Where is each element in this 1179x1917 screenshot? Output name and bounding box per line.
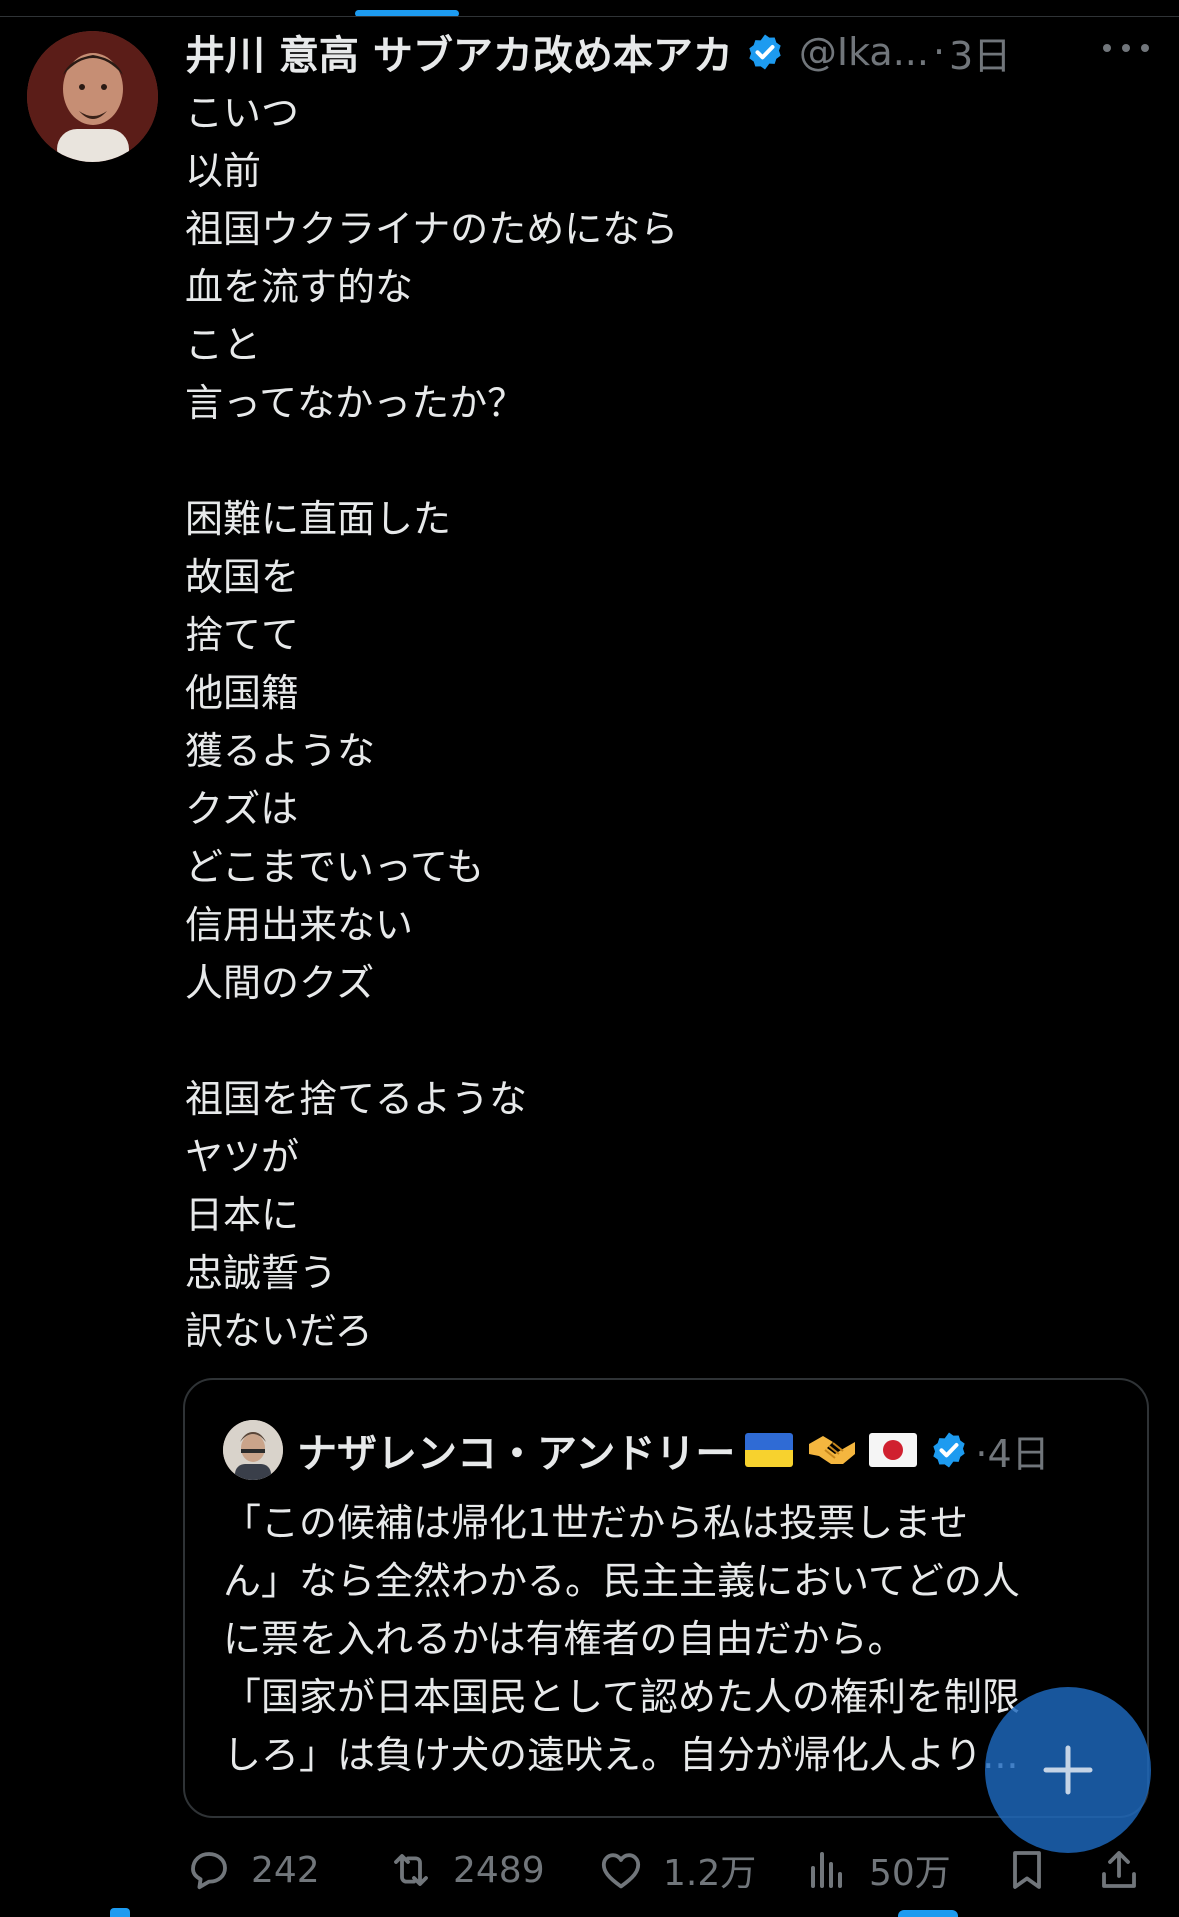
post-text-line: どこまでいっても [185, 845, 485, 889]
bottom-nav-hint [110, 1908, 130, 1917]
views-button[interactable]: 50万 [803, 1840, 951, 1900]
ukraine-flag-icon [745, 1433, 794, 1467]
post-text-line: 捨てて [185, 613, 300, 657]
quoted-post-body: 「この候補は帰化1世だから私は投票しません」なら全然わかる。民主主義においてどの… [223, 1494, 1123, 1784]
verified-badge-icon [749, 34, 781, 70]
more-dot [1103, 44, 1111, 52]
post-text-line: 他国籍 [185, 671, 300, 715]
quoted-text-line: に票を入れるかは有権者の自由だから。 [223, 1617, 906, 1661]
quoted-post-time[interactable]: ·4日 [975, 1423, 1049, 1478]
post-text-line: ヤツが [185, 1135, 300, 1179]
plus-icon [1043, 1745, 1093, 1795]
like-count: 1.2万 [663, 1853, 757, 1894]
post-body: こいつ以前祖国ウクライナのためになら 血を流す的な こと言ってなかったか？ 困難に直面… [185, 84, 678, 1360]
post-text-line: 忠誠誓う [185, 1251, 338, 1295]
verified-badge-icon [933, 1432, 966, 1468]
post-text-line [185, 432, 678, 490]
bottom-nav-hint [898, 1910, 958, 1917]
views-count: 50万 [869, 1853, 951, 1894]
post-text-line: 以前 [185, 149, 262, 193]
bookmark-icon [1013, 1851, 1041, 1889]
compose-button[interactable] [985, 1687, 1151, 1853]
quoted-time-value: 4日 [987, 1431, 1050, 1476]
quoted-text-line: 「国家が日本国民として認めた人の権利を制限 [223, 1675, 1020, 1719]
like-button[interactable]: 1.2万 [597, 1840, 756, 1900]
share-button[interactable] [1095, 1840, 1161, 1900]
share-icon [1102, 1851, 1136, 1888]
quoted-text-line: ん」なら全然わかる。民主主義においてどの人 [223, 1559, 1020, 1603]
meta-separator: · [932, 30, 946, 74]
post-detail-screen: 井川 意高 サブアカ改め本アカ @Ika... · 3日 こいつ以前祖国ウクライ… [0, 0, 1179, 1917]
post-text-line: 祖国を捨てるような [185, 1077, 528, 1121]
more-dot [1141, 44, 1149, 52]
japan-flag-icon [869, 1433, 918, 1467]
post-text-line: 祖国ウクライナのためになら [185, 207, 679, 251]
reply-button[interactable]: 242 [185, 1840, 320, 1900]
bottom-edge [0, 1905, 1179, 1917]
post-text-line: 信用出来ない [185, 903, 414, 947]
post-text-line: こいつ [185, 91, 300, 135]
post-text-line: 訳ないだろ [185, 1309, 373, 1353]
post-text-line [185, 1012, 678, 1070]
post-text-line: 日本に [185, 1193, 300, 1237]
views-chart-icon [811, 1852, 842, 1888]
more-dot [1122, 44, 1130, 52]
repost-icon [394, 1854, 428, 1886]
bookmark-button[interactable] [1003, 1840, 1069, 1900]
author-handle[interactable]: @Ika... [799, 30, 929, 74]
quoted-author-name[interactable]: ナザレンコ・アンドリー [297, 1421, 735, 1479]
post-time[interactable]: 3日 [949, 25, 1011, 80]
avatar-portrait-icon [27, 31, 158, 162]
repost-count: 2489 [453, 1849, 545, 1891]
post-text-line: クズは [185, 787, 299, 831]
heart-icon [601, 1853, 641, 1889]
avatar-portrait-icon [223, 1420, 283, 1480]
author-avatar[interactable] [27, 31, 158, 162]
quoted-text-line: 「この候補は帰化1世だから私は投票しませ [223, 1501, 969, 1545]
post-action-bar: 242 2489 1.2万 50万 [185, 1840, 1145, 1900]
handshake-icon [809, 1436, 856, 1464]
post-text-line: 言ってなかったか？ [185, 381, 526, 425]
reply-count: 242 [251, 1849, 320, 1891]
author-name[interactable]: 井川 意高 サブアカ改め本アカ [185, 23, 733, 81]
quoted-author-avatar[interactable] [223, 1420, 283, 1480]
post-text-line: 血を流す的な [185, 265, 414, 309]
quoted-post-header: ナザレンコ・アンドリー ·4日 [297, 1418, 1050, 1482]
post-text-line: 困難に直面した [185, 497, 452, 541]
reply-icon [191, 1852, 227, 1890]
post-text-line: 獲るような [185, 729, 376, 773]
repost-button[interactable]: 2489 [387, 1840, 545, 1900]
post-text-line: こと [185, 323, 262, 367]
post-text-line: 故国を [185, 555, 300, 599]
divider [0, 16, 1179, 17]
more-horizontal-icon[interactable] [1103, 38, 1149, 58]
post-header: 井川 意高 サブアカ改め本アカ @Ika... · 3日 [185, 24, 1165, 80]
meta-separator: · [975, 1431, 988, 1476]
post-text-line: 人間のクズ [185, 961, 375, 1005]
